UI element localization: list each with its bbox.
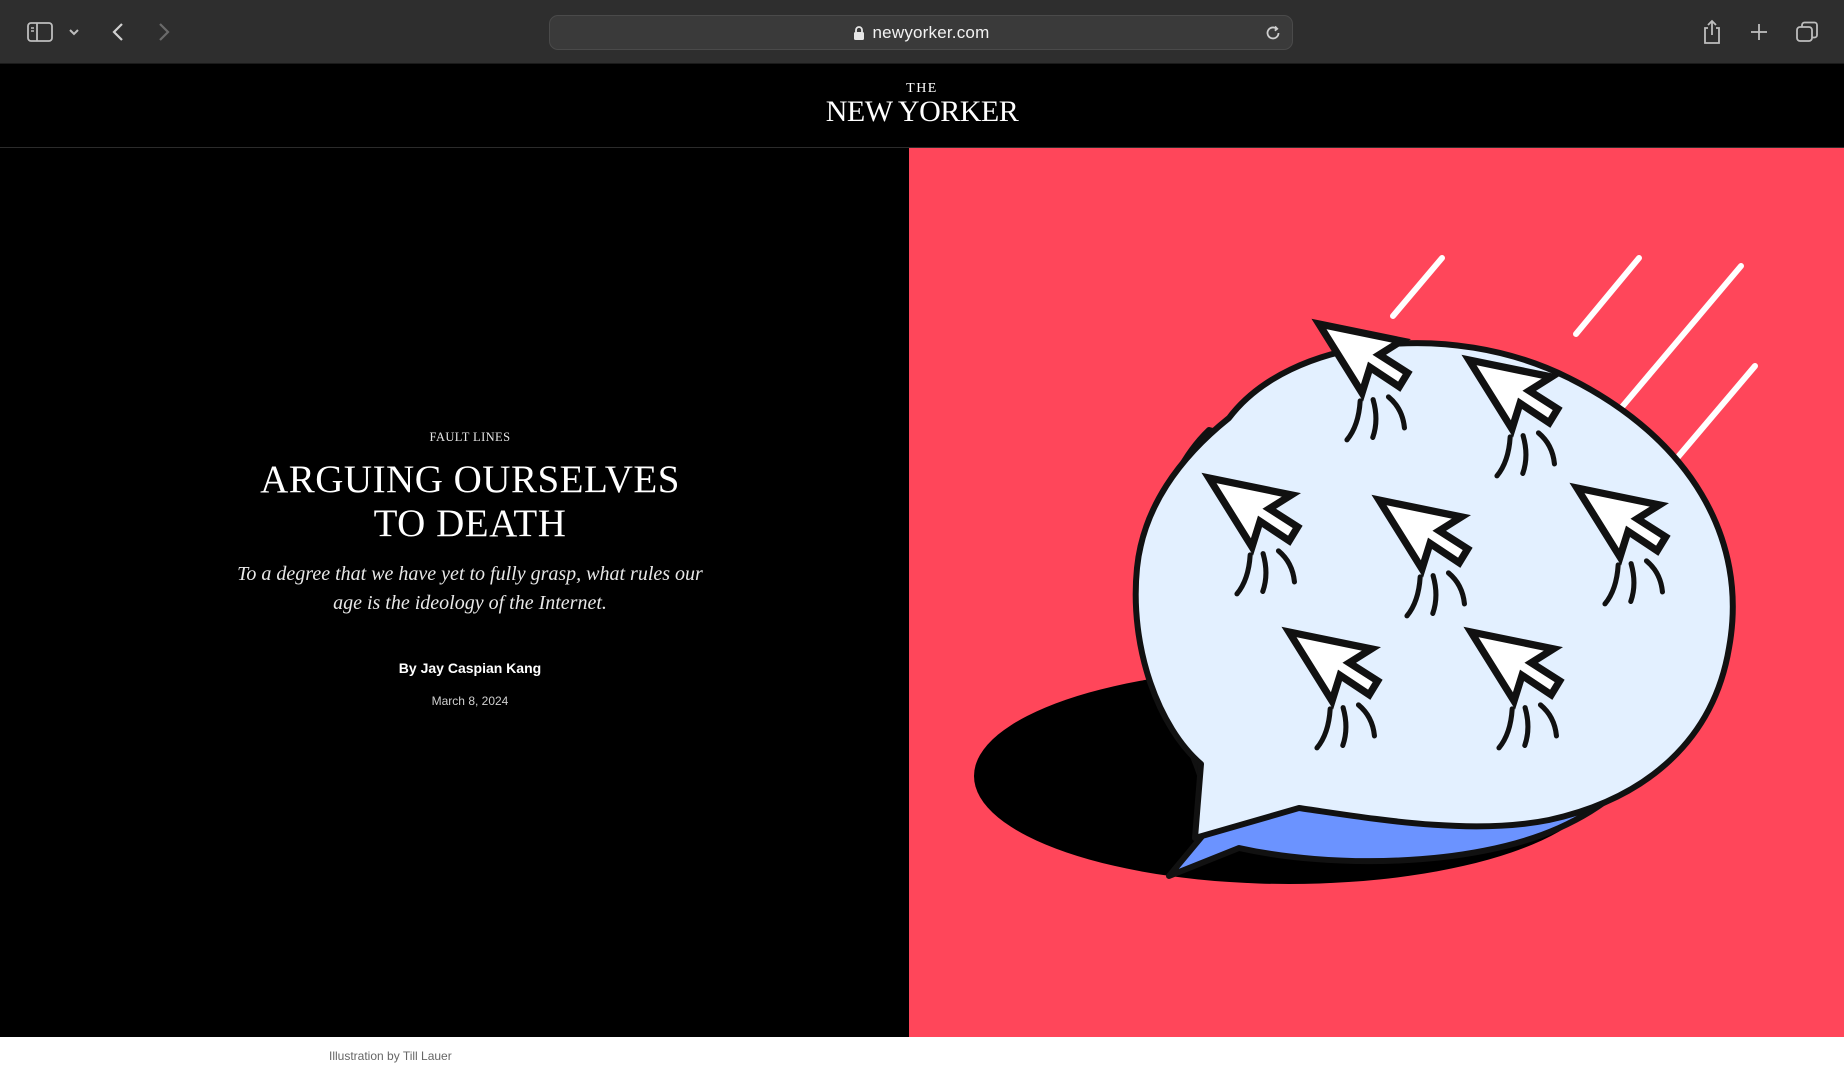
share-button[interactable] (1700, 16, 1724, 48)
new-tab-button[interactable] (1748, 16, 1770, 48)
back-button[interactable] (108, 16, 128, 48)
logo-wordmark: NEW YORKER (825, 95, 1019, 128)
article-rubric[interactable]: FAULT LINES (0, 430, 940, 445)
logo-the: THE (906, 81, 938, 96)
article-date: March 8, 2024 (431, 694, 509, 708)
address-bar[interactable]: newyorker.com (549, 15, 1293, 50)
site-header: THE NEW YORKER (0, 64, 1844, 148)
tabs-icon (1796, 21, 1818, 42)
url-text: newyorker.com (872, 22, 990, 42)
article-illustration (909, 148, 1844, 1037)
reload-button[interactable] (1264, 24, 1282, 47)
speech-bubble-illustration (974, 255, 1758, 884)
forward-icon (159, 23, 170, 41)
article-byline[interactable]: By Jay Caspian Kang (0, 660, 940, 676)
lock-icon (853, 25, 864, 40)
sidebar-toggle-button[interactable] (26, 16, 54, 48)
article-headline: ARGUING OURSELVES TO DEATH (0, 458, 940, 546)
share-icon (1704, 19, 1720, 44)
reload-icon (1266, 25, 1280, 40)
article-dek: To a degree that we have yet to fully gr… (0, 560, 940, 618)
new-yorker-logo[interactable]: THE NEW YORKER (0, 82, 1844, 128)
plus-icon (1751, 24, 1767, 40)
chevron-down-icon (69, 29, 79, 36)
browser-toolbar: newyorker.com (0, 0, 1844, 64)
headline-line-2: TO DEATH (373, 502, 567, 545)
sidebar-icon (27, 22, 53, 42)
dek-line-1: To a degree that we have yet to fully gr… (237, 563, 703, 585)
tab-group-menu-button[interactable] (66, 16, 82, 48)
headline-line-1: ARGUING OURSELVES (260, 458, 680, 501)
dek-line-2: age is the ideology of the Internet. (333, 592, 607, 614)
tab-overview-button[interactable] (1794, 16, 1820, 48)
forward-button[interactable] (154, 16, 174, 48)
illustration-credit: Illustration by Till Lauer (329, 1049, 452, 1063)
back-icon (112, 23, 123, 41)
